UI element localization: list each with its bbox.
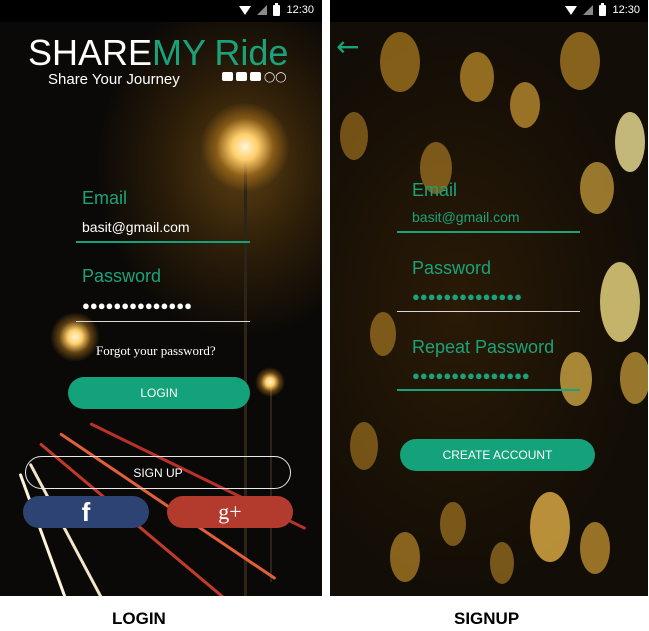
email-label: Email — [82, 188, 128, 208]
train-icon — [250, 72, 261, 81]
google-plus-button[interactable]: g+ — [167, 496, 293, 528]
logo-share-text: SHARE — [28, 32, 153, 73]
back-arrow-icon[interactable]: ← — [336, 30, 359, 63]
password-label: Password — [82, 266, 162, 286]
login-caption: LOGIN — [112, 609, 166, 628]
car-icon — [222, 72, 233, 81]
sign-up-button[interactable]: SIGN UP — [25, 456, 291, 489]
email-underline — [76, 241, 250, 243]
email-field[interactable]: basit@gmail.com — [82, 219, 190, 235]
signup-caption: SIGNUP — [454, 609, 520, 628]
app-logo: SHAREMY Ride Share Your Journey ◯◯ — [28, 32, 289, 89]
logo-ride-text: Ride — [214, 32, 289, 73]
signup-email-field[interactable]: basit@gmail.com — [412, 209, 520, 225]
wifi-icon — [565, 5, 578, 15]
bus-icon — [236, 72, 247, 81]
forgot-password-link[interactable]: Forgot your password? — [96, 343, 216, 359]
signup-password-label: Password — [412, 258, 492, 278]
status-time: 12:30 — [286, 4, 314, 16]
signup-password-underline — [397, 311, 580, 312]
login-screen: 12:30 SHAREMY Ride Share Your Journey ◯◯… — [0, 0, 322, 596]
repeat-password-label: Repeat Password — [412, 337, 555, 357]
bokeh-background — [330, 22, 648, 596]
facebook-icon: f — [81, 496, 91, 527]
facebook-button[interactable]: f — [23, 496, 149, 528]
login-button[interactable]: LOGIN — [68, 377, 250, 409]
bike-icon: ◯◯ — [264, 72, 287, 83]
status-bar: 12:30 — [0, 0, 322, 22]
status-bar: 12:30 — [330, 0, 648, 22]
password-field[interactable]: ●●●●●●●●●●●●●● — [82, 298, 192, 313]
signup-screen: 12:30 ← Email basit@gmail.com Password ●… — [330, 0, 648, 596]
signal-icon — [583, 5, 594, 15]
repeat-password-underline — [397, 389, 580, 391]
google-plus-icon: g+ — [218, 499, 242, 524]
wifi-icon — [239, 5, 252, 15]
signup-email-underline — [397, 231, 580, 233]
signal-icon — [257, 5, 268, 15]
logo-my-text: MY — [152, 32, 207, 73]
repeat-password-field[interactable]: ●●●●●●●●●●●●●●● — [412, 368, 530, 383]
signup-password-field[interactable]: ●●●●●●●●●●●●●● — [412, 289, 522, 304]
battery-icon — [599, 2, 607, 16]
vehicle-icons: ◯◯ — [222, 72, 286, 83]
battery-icon — [273, 2, 281, 16]
signup-email-label: Email — [412, 180, 458, 200]
create-account-button[interactable]: CREATE ACCOUNT — [400, 439, 595, 471]
password-underline — [76, 321, 250, 322]
status-time: 12:30 — [612, 4, 640, 16]
